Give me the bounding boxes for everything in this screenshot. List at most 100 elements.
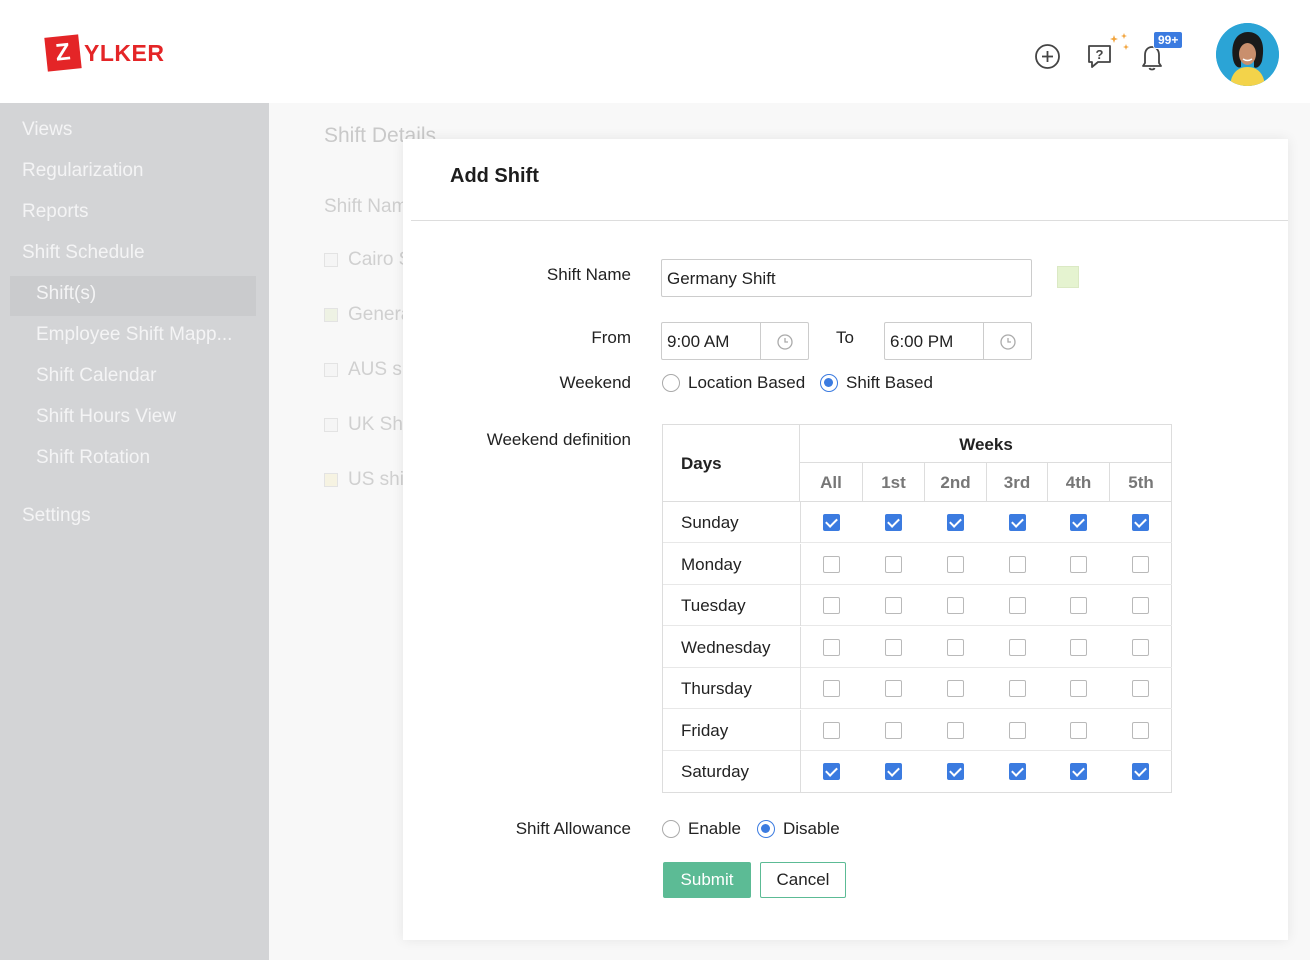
weekend-shift-based-option[interactable]: Shift Based	[820, 373, 933, 393]
week-checkbox-3rd[interactable]	[1008, 555, 1026, 573]
week-checkbox-all[interactable]	[822, 721, 840, 739]
day-name: Monday	[681, 554, 742, 574]
sidebar-item-regularization[interactable]: Regularization	[22, 160, 143, 182]
week-checkbox-4th[interactable]	[1070, 721, 1087, 739]
week-checkbox-2nd[interactable]	[947, 514, 964, 531]
week-column-header: 5th	[1110, 463, 1172, 502]
sidebar-item-shift-calendar[interactable]: Shift Calendar	[36, 365, 156, 387]
user-avatar[interactable]	[1216, 23, 1279, 86]
week-checkbox-1st[interactable]	[885, 763, 902, 780]
to-time-field[interactable]: 6:00 PM	[884, 322, 1032, 360]
days-header-cell: Days	[663, 425, 800, 502]
shift-allowance-label: Shift Allowance	[515, 819, 631, 838]
week-checkbox-5th[interactable]	[1132, 763, 1149, 780]
week-checkbox-all[interactable]	[822, 638, 840, 656]
clock-icon[interactable]	[999, 333, 1017, 351]
from-time-value: 9:00 AM	[667, 332, 730, 351]
modal-title: Add Shift	[450, 165, 539, 187]
week-checkbox-5th[interactable]	[1132, 514, 1149, 531]
sidebar-item-shift-rotation[interactable]: Shift Rotation	[36, 447, 150, 469]
week-checkbox-5th[interactable]	[1132, 721, 1149, 739]
sidebar-item-employee-shift-mapping[interactable]: Employee Shift Mapp...	[36, 324, 232, 346]
to-label: To	[836, 328, 854, 347]
week-checkbox-4th[interactable]	[1070, 680, 1087, 697]
week-checkbox-4th[interactable]	[1070, 638, 1087, 656]
shift-name-label: Shift Name	[546, 265, 631, 284]
weekend-location-based-option[interactable]: Location Based	[662, 373, 805, 393]
sidebar-item-shift-schedule[interactable]: Shift Schedule	[22, 242, 145, 264]
from-time-field[interactable]: 9:00 AM	[661, 322, 809, 360]
week-checkbox-5th[interactable]	[1132, 680, 1149, 697]
week-column-header: 2nd	[925, 463, 987, 502]
week-checkbox-3rd[interactable]	[1008, 721, 1026, 739]
week-checkbox-all[interactable]	[822, 555, 840, 573]
week-checkbox-2nd[interactable]	[947, 763, 964, 780]
week-checkbox-1st[interactable]	[885, 638, 902, 656]
allowance-disable-option[interactable]: Disable	[757, 819, 840, 839]
shift-name-input[interactable]: Germany Shift	[661, 259, 1032, 297]
week-checkbox-3rd[interactable]	[1008, 638, 1026, 656]
background-row: US shif	[324, 469, 409, 491]
background-column-header: Shift Nam	[324, 196, 408, 217]
week-checkbox-2nd[interactable]	[947, 597, 964, 614]
week-column-header: 4th	[1048, 463, 1110, 502]
radio-button[interactable]	[662, 374, 680, 392]
sidebar-item-shifts[interactable]: Shift(s)	[36, 283, 96, 305]
sidebar-item-views[interactable]: Views	[22, 119, 72, 141]
week-checkbox-5th[interactable]	[1132, 555, 1149, 573]
week-checkbox-3rd[interactable]	[1008, 597, 1026, 614]
week-checkbox-2nd[interactable]	[947, 680, 964, 697]
weekend-row-friday: Friday	[663, 709, 1172, 751]
radio-button[interactable]	[662, 820, 680, 838]
svg-text:?: ?	[1096, 47, 1104, 62]
add-icon[interactable]	[1034, 43, 1061, 70]
weekend-definition-table: Days Weeks All 1st 2nd 3rd 4th 5th Sunday Monda…	[662, 424, 1172, 793]
logo-mark: Z	[44, 34, 82, 72]
allowance-enable-option[interactable]: Enable	[662, 819, 741, 839]
sparkle-icon	[1110, 33, 1129, 50]
notification-badge: 99+	[1153, 31, 1184, 49]
background-row: Genera	[324, 304, 411, 326]
radio-button-selected[interactable]	[757, 820, 775, 838]
week-checkbox-all[interactable]	[822, 763, 840, 780]
weekend-row-tuesday: Tuesday	[663, 585, 1172, 626]
week-column-header: 3rd	[987, 463, 1048, 502]
week-checkbox-1st[interactable]	[885, 680, 902, 697]
day-name: Thursday	[681, 679, 752, 698]
week-checkbox-all[interactable]	[822, 514, 840, 531]
week-checkbox-2nd[interactable]	[947, 638, 964, 656]
week-checkbox-2nd[interactable]	[947, 721, 964, 739]
week-checkbox-all[interactable]	[822, 597, 840, 614]
week-checkbox-3rd[interactable]	[1008, 514, 1026, 531]
week-checkbox-all[interactable]	[822, 680, 840, 697]
logo-text: YLKER	[84, 39, 165, 66]
week-checkbox-4th[interactable]	[1070, 597, 1087, 614]
weekend-row-sunday: Sunday	[663, 502, 1172, 543]
sidebar-item-settings[interactable]: Settings	[22, 505, 91, 527]
weekend-label: Weekend	[559, 373, 631, 392]
to-time-value: 6:00 PM	[890, 332, 954, 351]
week-checkbox-1st[interactable]	[885, 514, 902, 531]
shift-color-picker[interactable]	[1057, 266, 1079, 288]
sidebar-item-reports[interactable]: Reports	[22, 201, 89, 223]
clock-icon[interactable]	[776, 333, 794, 351]
radio-button-selected[interactable]	[820, 374, 838, 392]
weekend-row-thursday: Thursday	[663, 668, 1172, 709]
submit-button[interactable]: Submit	[663, 862, 751, 898]
week-checkbox-1st[interactable]	[885, 555, 902, 573]
zylker-logo[interactable]: Z YLKER	[44, 34, 165, 72]
week-checkbox-4th[interactable]	[1070, 763, 1087, 780]
cancel-button[interactable]: Cancel	[760, 862, 846, 898]
week-checkbox-2nd[interactable]	[947, 555, 964, 573]
week-checkbox-1st[interactable]	[885, 597, 902, 614]
week-checkbox-5th[interactable]	[1132, 597, 1149, 614]
week-column-header: 1st	[863, 463, 925, 502]
week-checkbox-5th[interactable]	[1132, 638, 1149, 656]
week-checkbox-1st[interactable]	[885, 721, 902, 739]
weekend-row-saturday: Saturday	[663, 751, 1172, 792]
week-checkbox-4th[interactable]	[1070, 555, 1087, 573]
week-checkbox-4th[interactable]	[1070, 514, 1087, 531]
week-checkbox-3rd[interactable]	[1008, 680, 1026, 697]
week-checkbox-3rd[interactable]	[1008, 763, 1026, 780]
sidebar-item-shift-hours-view[interactable]: Shift Hours View	[36, 406, 176, 428]
